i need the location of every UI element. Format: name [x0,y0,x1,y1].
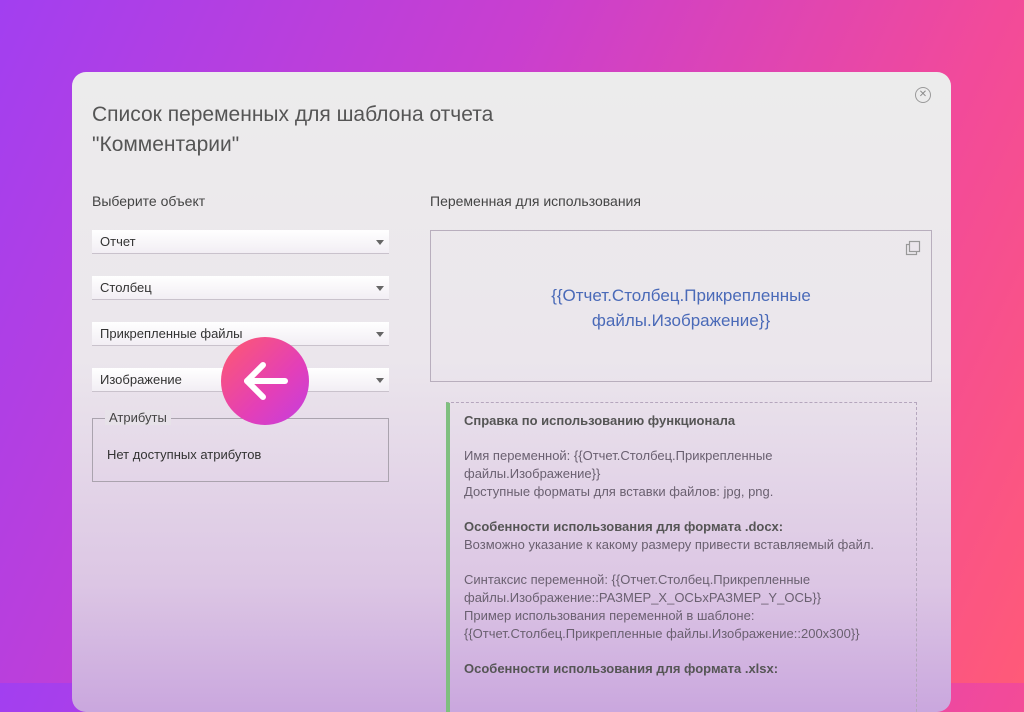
help-docx-text: Возможно указание к какому размеру приве… [464,537,875,552]
attributes-empty-text: Нет доступных атрибутов [107,447,262,462]
help-variable-name-line2: файлы.Изображение}} [464,466,601,481]
attributes-group: Атрибуты Нет доступных атрибутов [92,410,389,482]
dialog-title-line2: "Комментарии" [92,133,240,156]
select-column[interactable]: Столбец [92,276,389,300]
help-syntax-line1: Синтаксис переменной: {{Отчет.Столбец.Пр… [464,572,811,587]
select-report-value: Отчет [100,234,136,249]
chevron-down-icon [376,286,384,291]
arrow-left-icon [244,362,288,400]
variable-value-line2: файлы.Изображение}} [591,311,771,330]
chevron-down-icon [376,332,384,337]
help-docx-title: Особенности использования для формата .d… [464,519,784,534]
help-formats: Доступные форматы для вставки файлов: jp… [464,484,774,499]
help-variable-name-line1: Имя переменной: {{Отчет.Столбец.Прикрепл… [464,448,773,463]
help-syntax-line2: файлы.Изображение::РАЗМЕР_X_ОСЬxРАЗМЕР_Y… [464,590,822,605]
variable-value-line1: {{Отчет.Столбец.Прикрепленные [551,286,811,305]
dialog-title-line1: Список переменных для шаблона отчета [92,103,494,126]
chevron-down-icon [376,378,384,383]
help-example-line1: Пример использования переменной в шаблон… [464,608,755,623]
select-report[interactable]: Отчет [92,230,389,254]
variable-box: {{Отчет.Столбец.Прикрепленные файлы.Изоб… [430,230,932,382]
close-icon[interactable]: ✕ [915,87,931,103]
help-xlsx-title: Особенности использования для формата .x… [464,661,779,676]
back-button[interactable] [221,337,309,425]
select-image-value: Изображение [100,372,182,387]
help-title: Справка по использованию функционала [464,413,736,428]
select-object-label: Выберите объект [92,193,206,209]
variable-label: Переменная для использования [430,193,641,209]
dialog-title: Список переменных для шаблона отчета "Ко… [92,100,612,160]
chevron-down-icon [376,240,384,245]
variables-dialog: ✕ Список переменных для шаблона отчета "… [72,72,951,712]
copy-icon[interactable] [905,240,921,256]
attributes-legend: Атрибуты [105,410,171,425]
help-example-line2: {{Отчет.Столбец.Прикрепленные файлы.Изоб… [464,626,860,641]
help-panel: Справка по использованию функционала Имя… [446,402,917,712]
variable-value[interactable]: {{Отчет.Столбец.Прикрепленные файлы.Изоб… [471,283,891,333]
select-column-value: Столбец [100,280,152,295]
